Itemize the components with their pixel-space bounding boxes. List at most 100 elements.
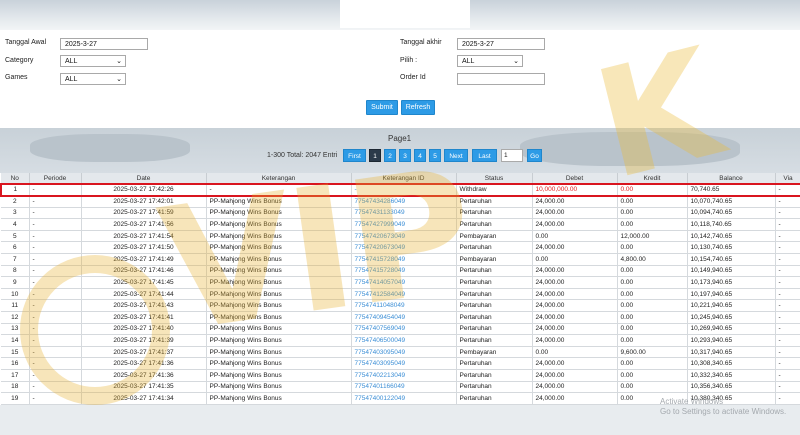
col-header[interactable]: Via xyxy=(775,173,800,185)
table-cell: 2025-03-27 17:41:36 xyxy=(81,369,207,382)
refresh-button[interactable]: Refresh xyxy=(401,100,435,115)
table-cell: 10,221,940.65 xyxy=(687,299,776,313)
table-cell[interactable]: 77547403095049 xyxy=(351,346,457,359)
col-header[interactable]: Keterangan ID xyxy=(351,173,457,185)
table-cell: PP-Mahjong Wins Bonus xyxy=(206,265,352,278)
table-cell: - xyxy=(775,346,800,359)
tanggal-awal-input[interactable] xyxy=(60,38,148,50)
table-cell: 24,000.00 xyxy=(532,288,618,301)
table-cell: - xyxy=(29,323,82,336)
table-row[interactable]: 3-2025-03-27 17:41:59 PP-Mahjong Wins Bon… xyxy=(1,207,800,220)
table-cell: 12 xyxy=(1,311,30,324)
table-row[interactable]: 2-2025-03-27 17:42:01 PP-Mahjong Wins Bon… xyxy=(1,195,800,208)
col-header[interactable]: Periode xyxy=(29,173,82,185)
col-header[interactable]: Kredit xyxy=(617,173,688,185)
games-select[interactable]: ALL ⌄ xyxy=(60,73,126,85)
table-cell: PP-Mahjong Wins Bonus xyxy=(206,218,352,231)
table-cell[interactable]: 77547409454049 xyxy=(351,311,457,324)
games-label: Games xyxy=(5,74,28,81)
table-row[interactable]: 12-2025-03-27 17:41:41 PP-Mahjong Wins Bo… xyxy=(1,311,800,324)
table-cell[interactable]: 77547401166049 xyxy=(351,381,457,394)
page-2-button[interactable]: 2 xyxy=(384,149,396,162)
table-row[interactable]: 11-2025-03-27 17:41:43 PP-Mahjong Wins Bo… xyxy=(1,299,800,313)
table-cell: 24,000.00 xyxy=(532,381,618,394)
table-cell: 0.00 xyxy=(617,369,688,382)
table-row[interactable]: 4-2025-03-27 17:41:56 PP-Mahjong Wins Bon… xyxy=(1,218,800,231)
table-cell: 10,173,940.65 xyxy=(687,276,776,289)
page-4-button[interactable]: 4 xyxy=(414,149,426,162)
table-cell[interactable]: 77547402213049 xyxy=(351,369,457,382)
page-1-button[interactable]: 1 xyxy=(369,149,381,162)
col-header[interactable]: Debet xyxy=(532,173,618,185)
table-cell: Pertaruhan xyxy=(456,276,533,289)
col-header[interactable]: Balance xyxy=(687,173,776,185)
category-value: ALL xyxy=(65,58,78,65)
table-cell[interactable]: 77547414057049 xyxy=(351,276,457,289)
table-row[interactable]: 14-2025-03-27 17:41:39 PP-Mahjong Wins Bo… xyxy=(1,334,800,347)
col-header[interactable]: No xyxy=(1,173,30,185)
table-row[interactable]: 9-2025-03-27 17:41:45 PP-Mahjong Wins Bon… xyxy=(1,276,800,289)
pilih-select[interactable]: ALL ⌄ xyxy=(457,55,523,67)
table-row[interactable]: 1-2025-03-27 17:42:26- - Withdraw 10,000,00… xyxy=(0,183,800,197)
table-cell: PP-Mahjong Wins Bonus xyxy=(206,346,352,359)
table-cell[interactable]: 77547415728049 xyxy=(351,253,457,266)
table-cell: - xyxy=(29,230,82,243)
table-cell: 9 xyxy=(1,276,30,289)
table-cell[interactable]: 77547412584049 xyxy=(351,288,457,301)
table-row[interactable]: 7-2025-03-27 17:41:49 PP-Mahjong Wins Bon… xyxy=(1,253,800,266)
table-row[interactable]: 10-2025-03-27 17:41:44 PP-Mahjong Wins Bo… xyxy=(1,288,800,301)
table-row[interactable]: 15-2025-03-27 17:41:37 PP-Mahjong Wins Bo… xyxy=(1,346,800,359)
table-cell: 10 xyxy=(1,288,30,301)
col-header[interactable]: Status xyxy=(456,173,533,185)
table-cell: 2025-03-27 17:41:40 xyxy=(81,323,207,336)
category-select[interactable]: ALL ⌄ xyxy=(60,55,126,67)
table-cell: 24,000.00 xyxy=(532,357,618,370)
table-cell: 4 xyxy=(1,218,30,231)
table-cell: - xyxy=(775,299,800,313)
table-row[interactable]: 18-2025-03-27 17:41:35 PP-Mahjong Wins Bo… xyxy=(1,381,800,394)
table-cell: - xyxy=(29,346,82,359)
page-5-button[interactable]: 5 xyxy=(429,149,441,162)
col-header[interactable]: Keterangan xyxy=(206,173,352,185)
table-header-row: No Periode Date Keterangan Keterangan ID… xyxy=(1,173,800,185)
table-cell: Pertaruhan xyxy=(456,288,533,301)
go-button[interactable]: Go xyxy=(527,149,542,162)
table-cell: 11 xyxy=(1,299,30,313)
next-page-button[interactable]: Next xyxy=(444,149,468,162)
table-cell: 10,154,740.65 xyxy=(687,253,776,266)
table-cell: 2025-03-27 17:41:49 xyxy=(81,253,207,266)
table-cell[interactable]: 77547434286049 xyxy=(351,195,457,208)
submit-button[interactable]: Submit xyxy=(366,100,398,115)
table-cell: 24,000.00 xyxy=(532,323,618,336)
table-row[interactable]: 8-2025-03-27 17:41:46 PP-Mahjong Wins Bon… xyxy=(1,265,800,278)
table-cell[interactable]: 77547420673049 xyxy=(351,241,457,255)
table-cell: 2025-03-27 17:41:45 xyxy=(81,276,207,289)
col-header[interactable]: Date xyxy=(81,173,207,185)
table-cell[interactable]: 77547403095049 xyxy=(351,357,457,370)
table-cell: 0.00 xyxy=(617,195,688,208)
table-row[interactable]: 5-2025-03-27 17:41:54 PP-Mahjong Wins Bon… xyxy=(1,230,800,243)
table-cell[interactable]: 77547406500049 xyxy=(351,334,457,347)
table-cell[interactable]: 77547431133049 xyxy=(351,207,457,220)
table-cell: - xyxy=(29,369,82,382)
table-cell[interactable]: 77547407569049 xyxy=(351,323,457,336)
table-cell[interactable]: - xyxy=(351,183,457,197)
table-row[interactable]: 13-2025-03-27 17:41:40 PP-Mahjong Wins Bo… xyxy=(1,323,800,336)
table-cell: PP-Mahjong Wins Bonus xyxy=(206,369,352,382)
page-3-button[interactable]: 3 xyxy=(399,149,411,162)
table-row[interactable]: 16-2025-03-27 17:41:36 PP-Mahjong Wins Bo… xyxy=(1,357,800,370)
tanggal-akhir-input[interactable] xyxy=(457,38,545,50)
page-number-input[interactable]: 1 xyxy=(501,149,523,162)
order-id-input[interactable] xyxy=(457,73,545,85)
table-row[interactable]: 6-2025-03-27 17:41:50 PP-Mahjong Wins Bon… xyxy=(1,241,800,255)
first-page-button[interactable]: First xyxy=(343,149,366,162)
table-cell[interactable]: 77547427999049 xyxy=(351,218,457,231)
table-cell[interactable]: 77547420673049 xyxy=(351,230,457,243)
table-cell[interactable]: 77547400122049 xyxy=(351,392,457,405)
table-cell[interactable]: 77547415728049 xyxy=(351,265,457,278)
last-page-button[interactable]: Last xyxy=(472,149,497,162)
tanggal-awal-label: Tanggal Awal xyxy=(5,39,47,46)
table-cell: - xyxy=(775,218,800,231)
table-cell[interactable]: 77547411048049 xyxy=(351,299,457,313)
table-row[interactable]: 17-2025-03-27 17:41:36 PP-Mahjong Wins Bo… xyxy=(1,369,800,382)
